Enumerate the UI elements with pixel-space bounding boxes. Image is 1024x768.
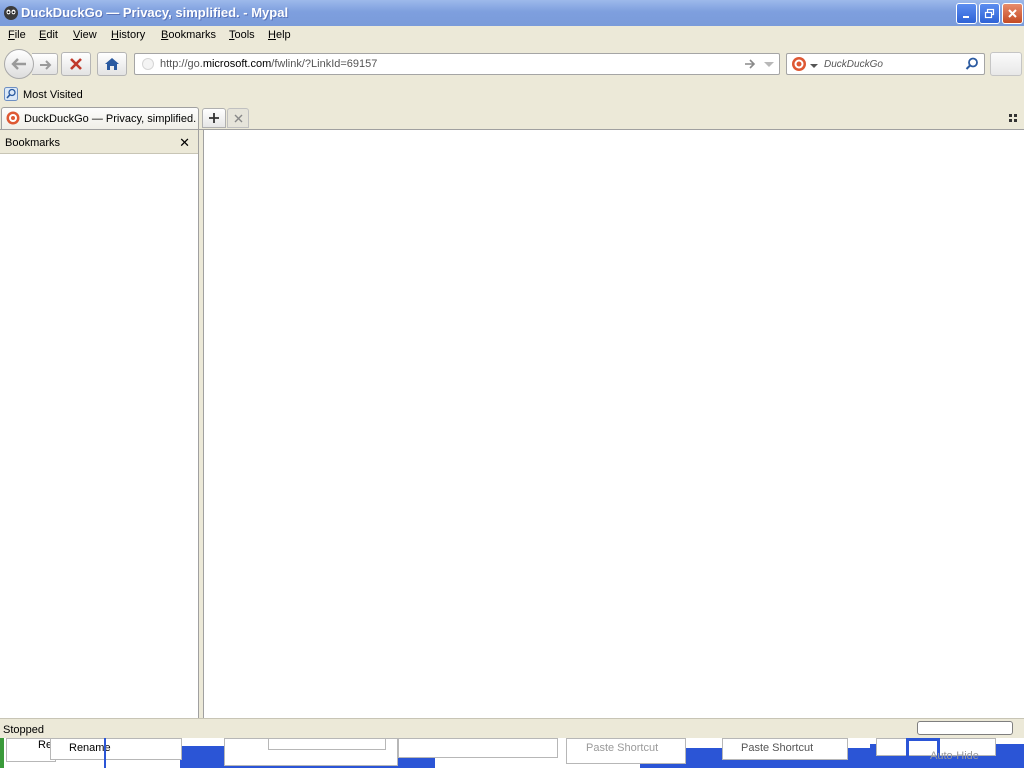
plus-icon: [209, 113, 219, 123]
sidebar-title: Bookmarks: [5, 137, 61, 149]
back-arrow-icon: [11, 58, 26, 70]
menu-view[interactable]: View: [73, 29, 97, 41]
go-arrow-icon[interactable]: [743, 57, 757, 71]
back-button[interactable]: [4, 49, 34, 79]
minimize-button[interactable]: [956, 3, 977, 24]
engine-dropdown-icon[interactable]: [810, 62, 818, 70]
page-content-area[interactable]: [204, 130, 1024, 718]
menu-file[interactable]: File: [8, 29, 26, 41]
menu-tools[interactable]: Tools: [229, 29, 255, 41]
status-text: Stopped: [3, 724, 44, 736]
restore-button[interactable]: [979, 3, 1000, 24]
mypal-app-icon[interactable]: [3, 5, 19, 21]
url-bar[interactable]: http://go.microsoft.com/fwlink/?LinkId=6…: [134, 53, 780, 75]
toolbar-extra-button[interactable]: [990, 52, 1022, 76]
home-button[interactable]: [97, 52, 127, 76]
status-bar: Stopped: [0, 718, 1024, 738]
search-bar[interactable]: DuckDuckGo: [786, 53, 985, 75]
url-suffix: /fwlink/?LinkId=69157: [271, 58, 378, 70]
taskbar-glitch-strip: Re Rename Paste Shortcut Paste Shortcut …: [0, 738, 1024, 768]
url-prefix: http://go.: [160, 58, 203, 70]
home-icon: [105, 58, 119, 70]
menu-help[interactable]: Help: [268, 29, 291, 41]
status-progress-panel: [917, 721, 1013, 735]
minimize-icon: [963, 16, 969, 18]
navigation-toolbar: http://go.microsoft.com/fwlink/?LinkId=6…: [0, 46, 1024, 84]
close-icon: [1008, 9, 1017, 18]
history-dropdown-icon[interactable]: [763, 59, 775, 71]
forward-button[interactable]: [32, 53, 58, 75]
bookmarks-toolbar: Most Visited: [0, 84, 1024, 106]
new-tab-button[interactable]: [202, 108, 226, 128]
menu-bookmarks[interactable]: Bookmarks: [161, 29, 216, 41]
sidebar-close-icon[interactable]: ✕: [179, 135, 190, 151]
search-input[interactable]: DuckDuckGo: [824, 59, 883, 70]
close-tab-icon: [234, 114, 242, 122]
ghost-menu-item: [268, 738, 386, 750]
url-text[interactable]: http://go.microsoft.com/fwlink/?LinkId=6…: [160, 58, 377, 70]
tab-strip: DuckDuckGo — Privacy, simplified.: [0, 106, 1024, 130]
window-title: DuckDuckGo — Privacy, simplified. - Mypa…: [21, 5, 289, 20]
auto-hide-label: Auto-Hide: [930, 750, 979, 762]
paste-shortcut-label: Paste Shortcut: [741, 742, 814, 754]
most-visited-link[interactable]: Most Visited: [23, 89, 83, 101]
stop-button[interactable]: [61, 52, 91, 76]
most-visited-folder-icon: [4, 87, 18, 101]
list-all-tabs-icon[interactable]: [1009, 114, 1018, 122]
close-button[interactable]: [1002, 3, 1023, 24]
start-edge: [0, 738, 4, 768]
duckduckgo-engine-icon[interactable]: [791, 56, 807, 72]
search-icon[interactable]: [965, 57, 979, 71]
sidebar-header: Bookmarks ✕: [0, 130, 198, 154]
ghost-paste-shortcut: Paste Shortcut: [586, 742, 659, 754]
bookmarks-sidebar: Bookmarks ✕: [0, 130, 199, 718]
page-globe-icon: [142, 58, 154, 70]
forward-arrow-icon: [40, 60, 52, 70]
menu-edit[interactable]: Edit: [39, 29, 58, 41]
duckduckgo-favicon: [6, 111, 20, 125]
url-domain: microsoft.com: [202, 58, 272, 70]
menu-history[interactable]: History: [111, 29, 145, 41]
title-bar[interactable]: DuckDuckGo — Privacy, simplified. - Mypa…: [0, 0, 1024, 26]
menu-bar: File Edit View History Bookmarks Tools H…: [0, 26, 1024, 46]
tab-duckduckgo[interactable]: DuckDuckGo — Privacy, simplified.: [1, 107, 199, 129]
stop-icon: [70, 58, 82, 70]
ghost-menu-item: [398, 738, 558, 758]
close-tab-button[interactable]: [227, 108, 249, 128]
restore-icon: [984, 8, 995, 19]
tab-label: DuckDuckGo — Privacy, simplified.: [24, 113, 197, 125]
ghost-divider: [104, 738, 106, 768]
